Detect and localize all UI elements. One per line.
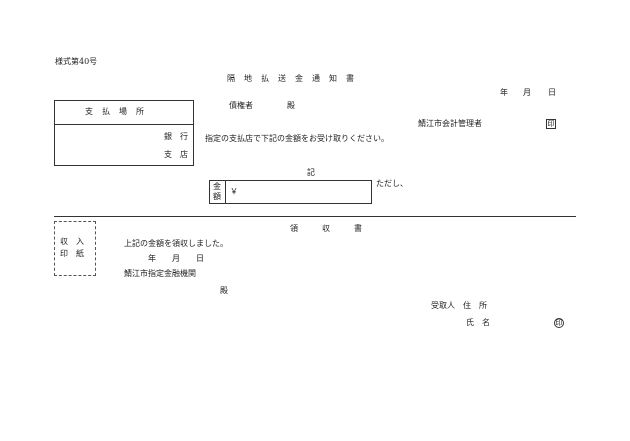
recipient-seal-mark: 印 bbox=[554, 318, 564, 328]
receipt-date-day: 日 bbox=[196, 254, 204, 263]
document-title: 隔 地 払 送 金 通 知 書 bbox=[227, 74, 355, 83]
creditor-label: 債権者 bbox=[229, 101, 253, 110]
recipient-address-label: 受取人 住 所 bbox=[431, 301, 487, 310]
stamp-line1: 収 入 bbox=[60, 237, 84, 246]
date-year-label: 年 bbox=[500, 88, 508, 97]
proviso-text: ただし、 bbox=[376, 179, 408, 188]
issuer-name: 鯖江市会計管理者 bbox=[418, 119, 482, 128]
receipt-honorific: 殿 bbox=[220, 286, 228, 295]
amount-label-top: 金 bbox=[213, 182, 221, 191]
instruction-text: 指定の支払店で下記の金額をお受け取りください。 bbox=[205, 134, 389, 143]
date-month-label: 月 bbox=[523, 88, 531, 97]
amount-label-bottom: 額 bbox=[213, 192, 221, 201]
section-separator bbox=[54, 216, 576, 217]
receipt-date-year: 年 bbox=[148, 254, 156, 263]
stamp-line2: 印 紙 bbox=[60, 249, 84, 258]
creditor-honorific: 殿 bbox=[287, 101, 295, 110]
receipt-date-month: 月 bbox=[172, 254, 180, 263]
amount-divider bbox=[225, 180, 226, 204]
ki-label: 記 bbox=[307, 168, 315, 177]
receipt-institution: 鯖江市指定金融機関 bbox=[124, 269, 196, 278]
receipt-title: 領 収 書 bbox=[290, 224, 362, 233]
date-day-label: 日 bbox=[548, 88, 556, 97]
receipt-statement: 上記の金額を領収しました。 bbox=[124, 239, 228, 248]
recipient-name-label: 氏 名 bbox=[466, 318, 490, 327]
currency-symbol: ￥ bbox=[230, 187, 238, 196]
issuer-seal-mark: 印 bbox=[546, 119, 556, 129]
bank-label: 銀 行 bbox=[164, 132, 188, 141]
payment-place-divider bbox=[54, 124, 194, 125]
form-number: 様式第40号 bbox=[55, 57, 98, 66]
branch-label: 支 店 bbox=[164, 150, 188, 159]
payment-place-header: 支 払 場 所 bbox=[85, 107, 145, 116]
